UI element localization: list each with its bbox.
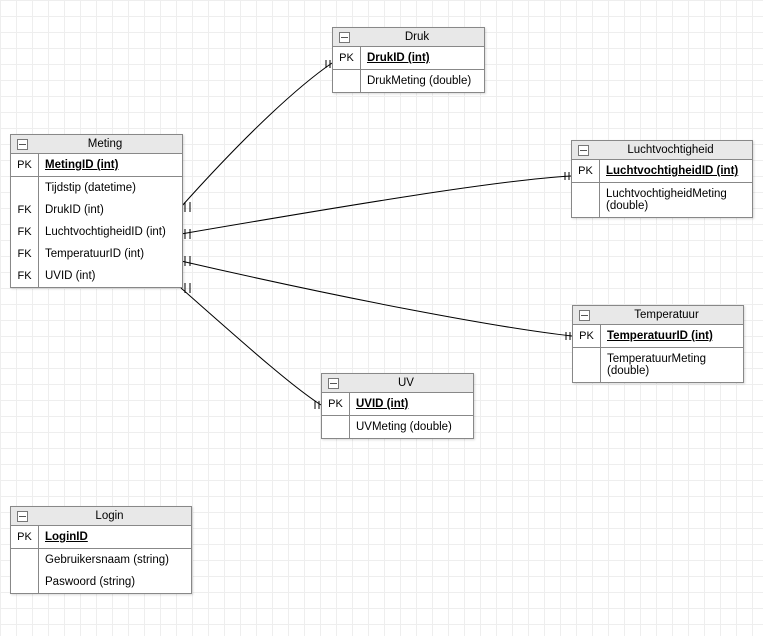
entity-title: UV bbox=[345, 377, 467, 389]
attr-cell: LuchtvochtigheidID (int) bbox=[600, 160, 752, 182]
attr-cell: DrukMeting (double) bbox=[361, 69, 484, 92]
attr-cell: Tijdstip (datetime) bbox=[39, 176, 182, 199]
key-cell bbox=[333, 69, 361, 92]
attr-cell: Paswoord (string) bbox=[39, 571, 191, 593]
entity-header: Login bbox=[11, 507, 191, 526]
entity-temperatuur[interactable]: Temperatuur PK TemperatuurID (int) Tempe… bbox=[572, 305, 744, 383]
collapse-icon[interactable] bbox=[17, 139, 28, 150]
entity-title: Luchtvochtigheid bbox=[595, 144, 746, 156]
entity-meting[interactable]: Meting PK MetingID (int) Tijdstip (datet… bbox=[10, 134, 183, 288]
entity-body: PK MetingID (int) Tijdstip (datetime) FK… bbox=[11, 154, 182, 287]
entity-header: Temperatuur bbox=[573, 306, 743, 325]
attr-cell: DrukID (int) bbox=[39, 199, 182, 221]
entity-uv[interactable]: UV PK UVID (int) UVMeting (double) bbox=[321, 373, 474, 439]
key-cell bbox=[572, 182, 600, 217]
attr-cell: MetingID (int) bbox=[39, 154, 182, 176]
entity-title: Meting bbox=[34, 138, 176, 150]
key-cell: FK bbox=[11, 199, 39, 221]
key-cell bbox=[11, 548, 39, 571]
key-cell: FK bbox=[11, 243, 39, 265]
attr-cell: Gebruikersnaam (string) bbox=[39, 548, 191, 571]
entity-body: PK LuchtvochtigheidID (int) Luchtvochtig… bbox=[572, 160, 752, 217]
key-cell: PK bbox=[333, 47, 361, 69]
entity-title: Login bbox=[34, 510, 185, 522]
key-cell: FK bbox=[11, 221, 39, 243]
key-cell bbox=[11, 176, 39, 199]
entity-header: UV bbox=[322, 374, 473, 393]
attr-cell: LuchtvochtigheidMeting (double) bbox=[600, 182, 752, 217]
collapse-icon[interactable] bbox=[328, 378, 339, 389]
entity-body: PK DrukID (int) DrukMeting (double) bbox=[333, 47, 484, 92]
key-cell bbox=[322, 415, 350, 438]
key-cell: PK bbox=[11, 154, 39, 176]
attr-cell: UVMeting (double) bbox=[350, 415, 473, 438]
entity-header: Luchtvochtigheid bbox=[572, 141, 752, 160]
entity-header: Meting bbox=[11, 135, 182, 154]
attr-cell: TemperatuurID (int) bbox=[601, 325, 743, 347]
attr-cell: TemperatuurMeting (double) bbox=[601, 347, 743, 382]
attr-cell: DrukID (int) bbox=[361, 47, 484, 69]
key-cell: PK bbox=[573, 325, 601, 347]
attr-cell: TemperatuurID (int) bbox=[39, 243, 182, 265]
entity-body: PK LoginID Gebruikersnaam (string) Paswo… bbox=[11, 526, 191, 593]
attr-cell: UVID (int) bbox=[350, 393, 473, 415]
attr-cell: LoginID bbox=[39, 526, 191, 548]
entity-title: Druk bbox=[356, 31, 478, 43]
key-cell: PK bbox=[322, 393, 350, 415]
entity-druk[interactable]: Druk PK DrukID (int) DrukMeting (double) bbox=[332, 27, 485, 93]
entity-body: PK UVID (int) UVMeting (double) bbox=[322, 393, 473, 438]
key-cell: FK bbox=[11, 265, 39, 287]
collapse-icon[interactable] bbox=[579, 310, 590, 321]
attr-cell: UVID (int) bbox=[39, 265, 182, 287]
key-cell bbox=[11, 571, 39, 593]
diagram-canvas: Meting PK MetingID (int) Tijdstip (datet… bbox=[0, 0, 763, 636]
entity-luchtvochtigheid[interactable]: Luchtvochtigheid PK LuchtvochtigheidID (… bbox=[571, 140, 753, 218]
collapse-icon[interactable] bbox=[17, 511, 28, 522]
entity-title: Temperatuur bbox=[596, 309, 737, 321]
collapse-icon[interactable] bbox=[339, 32, 350, 43]
key-cell bbox=[573, 347, 601, 382]
entity-login[interactable]: Login PK LoginID Gebruikersnaam (string)… bbox=[10, 506, 192, 594]
collapse-icon[interactable] bbox=[578, 145, 589, 156]
key-cell: PK bbox=[572, 160, 600, 182]
entity-header: Druk bbox=[333, 28, 484, 47]
entity-body: PK TemperatuurID (int) TemperatuurMeting… bbox=[573, 325, 743, 382]
key-cell: PK bbox=[11, 526, 39, 548]
attr-cell: LuchtvochtigheidID (int) bbox=[39, 221, 182, 243]
